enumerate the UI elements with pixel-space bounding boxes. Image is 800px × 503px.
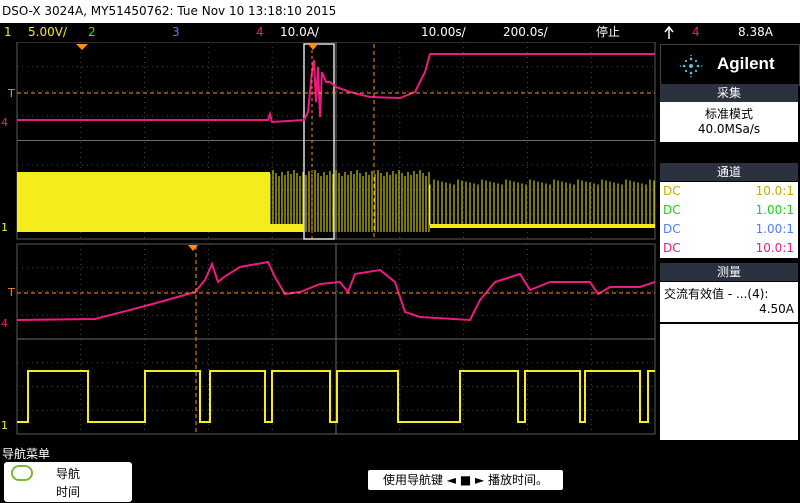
trigger-marker-main: T (7, 87, 15, 100)
nav-menu-bar: 导航菜单 导航 时间 使用导航键 ◄ ■ ► 播放时间。 (0, 442, 800, 503)
window-title: DSO-X 3024A, MY51450762: Tue Nov 10 13:1… (2, 4, 337, 18)
time-position[interactable]: 10.00s/ (421, 23, 466, 42)
ch1-number[interactable]: 1 (4, 23, 12, 42)
ch3-number[interactable]: 3 (172, 23, 180, 42)
nav-hint-text: 使用导航键 ◄ ■ ► 播放时间。 (368, 470, 563, 490)
ch1-scale[interactable]: 5.00V/ (28, 23, 67, 42)
waveform-canvas[interactable]: T 4 1 T 4 1 (0, 41, 658, 442)
channel-row-4[interactable]: DC 10.0:1 (660, 239, 798, 258)
softkey-knob-icon (11, 465, 33, 481)
trigger-marker-zoom: T (7, 286, 15, 299)
acquisition-body[interactable]: 标准模式 40.0MSa/s (660, 102, 798, 142)
ch1-coupling: DC (663, 184, 681, 198)
trigger-channel[interactable]: 4 (692, 23, 700, 42)
ch4-number[interactable]: 4 (256, 23, 264, 42)
channel-row-1[interactable]: DC 10.0:1 (660, 182, 798, 201)
waveform-display[interactable]: T 4 1 T 4 1 (0, 41, 658, 442)
ch4-ground-marker-zoom: 4 (1, 317, 8, 330)
agilent-spark-icon (679, 54, 703, 78)
side-panel-empty-area (660, 324, 798, 440)
ch3-probe: 1.00:1 (755, 222, 794, 236)
softkey-label-line1: 导航 (56, 467, 81, 481)
nav-menu-title: 导航菜单 (2, 447, 51, 461)
measure-header[interactable]: 测量 (660, 263, 798, 281)
channel-row-2[interactable]: DC 1.00:1 (660, 201, 798, 220)
ch2-number[interactable]: 2 (88, 23, 96, 42)
ch1-ground-marker-main: 1 (1, 221, 8, 234)
brand-logo: Agilent (660, 44, 800, 86)
ch2-coupling: DC (663, 203, 681, 217)
channels-header[interactable]: 通道 (660, 163, 798, 181)
trigger-edge-icon (664, 23, 674, 42)
time-scale[interactable]: 200.0s/ (503, 23, 548, 42)
sample-rate: 40.0MSa/s (697, 122, 761, 136)
ch4-scale[interactable]: 10.0A/ (280, 23, 319, 42)
acquisition-header[interactable]: 采集 (660, 84, 798, 102)
measure-label: 交流有效值 - ...(4): (664, 287, 769, 301)
ch1-probe: 10.0:1 (755, 184, 794, 198)
ch2-probe: 1.00:1 (755, 203, 794, 217)
ch4-coupling: DC (663, 241, 681, 255)
nav-time-softkey[interactable]: 导航 时间 (4, 462, 132, 502)
ch1-ground-marker-zoom: 1 (1, 419, 8, 432)
acquisition-mode: 标准模式 (704, 107, 753, 121)
trigger-level[interactable]: 8.38A (738, 23, 773, 42)
channel-bar: 1 5.00V/ 2 3 4 10.0A/ 10.00s/ 200.0s/ 停止… (0, 23, 800, 42)
ch4-probe: 10.0:1 (755, 241, 794, 255)
softkey-label-line2: 时间 (56, 485, 81, 499)
side-panel: Agilent 采集 标准模式 40.0MSa/s 通道 DC 10.0:1 DC… (658, 42, 800, 442)
measure-value: 4.50A (759, 302, 794, 316)
brand-name: Agilent (717, 54, 775, 73)
ch3-coupling: DC (663, 222, 681, 236)
measure-body[interactable]: 交流有效值 - ...(4): 4.50A (660, 282, 798, 322)
title-bar: DSO-X 3024A, MY51450762: Tue Nov 10 13:1… (0, 0, 800, 23)
run-state[interactable]: 停止 (596, 23, 620, 42)
channel-row-3[interactable]: DC 1.00:1 (660, 220, 798, 239)
ch4-ground-marker-main: 4 (1, 116, 8, 129)
